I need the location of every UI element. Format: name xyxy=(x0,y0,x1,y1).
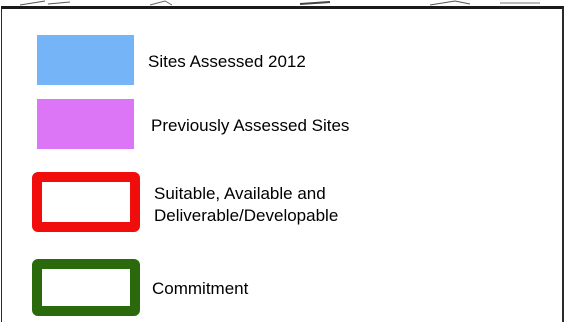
legend-label-sites-assessed-2012: Sites Assessed 2012 xyxy=(148,52,306,71)
legend-label-suitable-line1: Suitable, Available and xyxy=(154,184,326,203)
legend-label-previously-assessed-sites: Previously Assessed Sites xyxy=(151,116,350,135)
legend-label-suitable-line2: Deliverable/Developable xyxy=(154,206,339,225)
legend-swatch-suitable-available-deliverable xyxy=(32,172,140,232)
legend-swatch-sites-assessed-2012 xyxy=(37,35,134,85)
legend-swatch-commitment xyxy=(32,259,140,316)
legend-label-commitment: Commitment xyxy=(152,279,249,298)
map-legend-page: Sites Assessed 2012 Previously Assessed … xyxy=(0,0,568,322)
legend-swatch-previously-assessed-sites xyxy=(37,99,134,149)
map-legend: Sites Assessed 2012 Previously Assessed … xyxy=(1,6,564,322)
